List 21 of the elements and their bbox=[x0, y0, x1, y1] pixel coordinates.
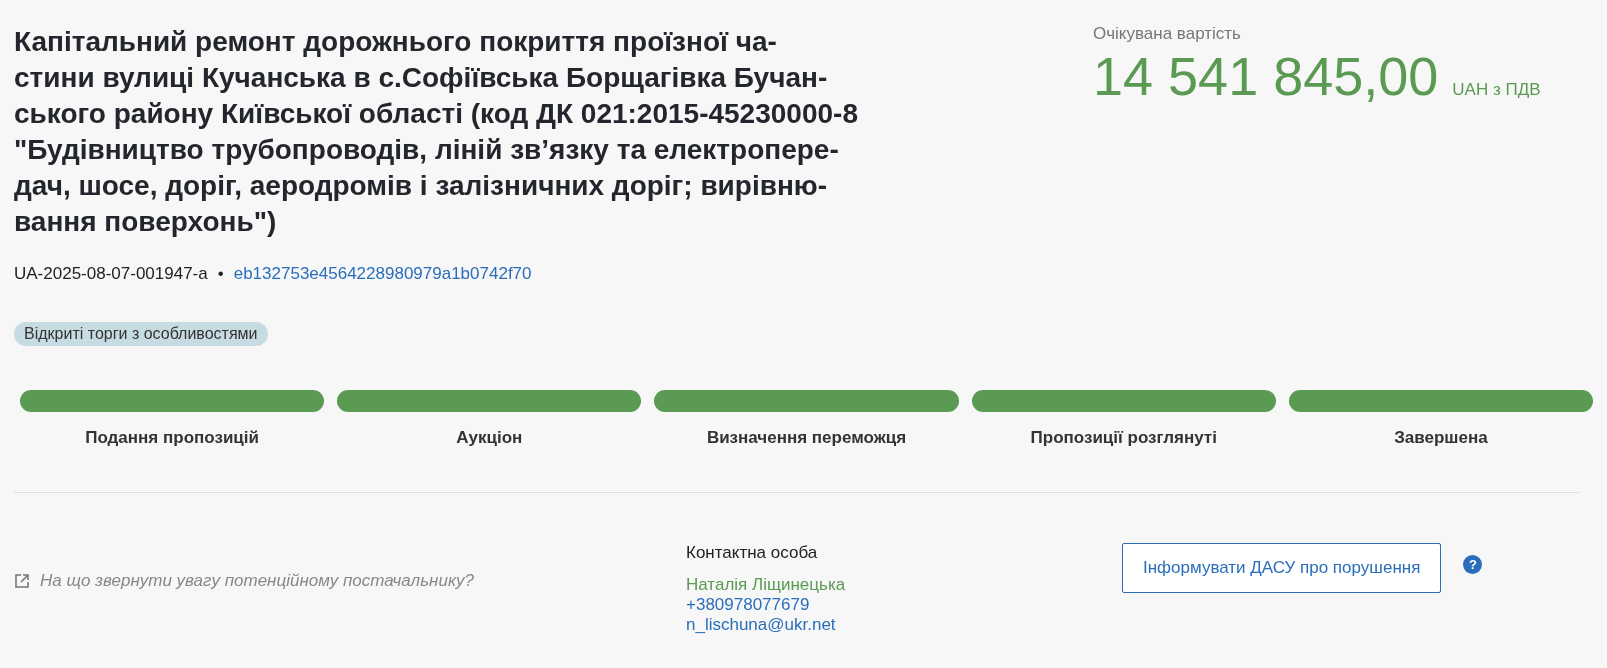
hash-link[interactable]: eb132753e4564228980979a1b0742f70 bbox=[233, 264, 532, 284]
price-currency: UAH з ПДВ bbox=[1452, 80, 1541, 100]
separator-dot: • bbox=[217, 264, 224, 284]
stage-label: Визначення переможця bbox=[706, 428, 907, 448]
tender-title: Капітальний ремонт дорожнього покриття проїзної ча- стини вулиці Кучанська в с.Софіївська Борщагівка Бучан- ського району Київської області (код ДК 021:2015-45230000-8 "Будівництво трубопроводів, ліній зв’язку та електропере- дач, шосе, доріг, аеродромів і залізничних доріг; вирівню- вання поверхонь") bbox=[14, 25, 858, 239]
tender-id: UA-2025-08-07-001947-a bbox=[14, 264, 208, 284]
email-link[interactable]: n_lischuna@ukr.net bbox=[686, 615, 1122, 635]
contact-name: Наталія Ліщинецька bbox=[686, 575, 847, 595]
price-label: Очікувана вартість bbox=[1093, 24, 1242, 44]
contact-heading: Контактна особа bbox=[686, 543, 819, 563]
stage-label: Подання пропозицій bbox=[85, 428, 259, 448]
stage-label: Аукціон bbox=[456, 428, 523, 448]
phone-link[interactable]: +380978077679 bbox=[686, 595, 1122, 615]
external-link-icon bbox=[14, 573, 30, 589]
report-button[interactable]: Інформувати ДАСУ про порушення bbox=[1122, 543, 1442, 593]
stage-label: Пропозиції розглянуті bbox=[1030, 428, 1217, 448]
help-icon[interactable]: ? bbox=[1463, 555, 1483, 574]
stage-label: Завершена bbox=[1394, 428, 1488, 448]
price-amount: 14 541 845,00 bbox=[1093, 45, 1439, 108]
advice-link[interactable]: На що звернути увагу потенційному постачальнику? bbox=[40, 571, 474, 591]
procedure-tag: Відкриті торги з особливостями bbox=[14, 322, 268, 346]
